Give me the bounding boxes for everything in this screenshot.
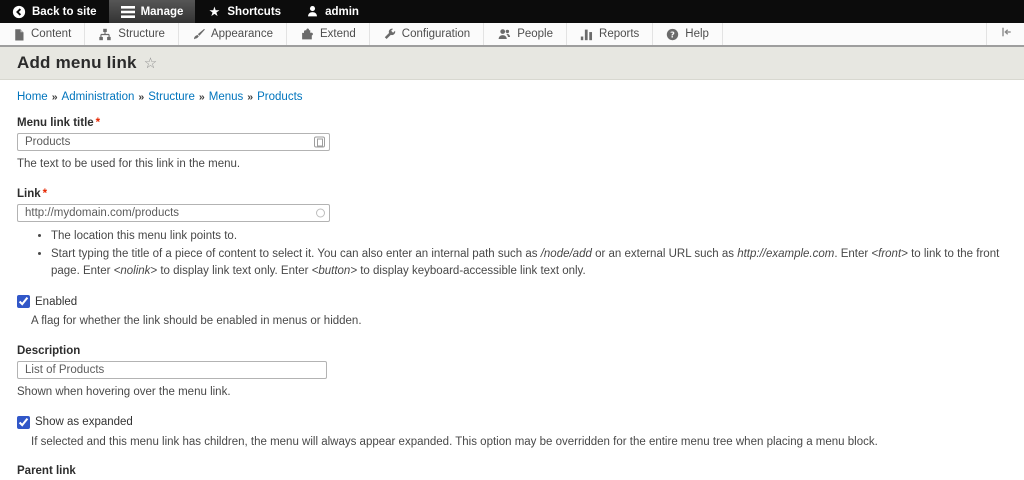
input-addon-icon bbox=[314, 137, 325, 148]
required-marker: * bbox=[43, 188, 47, 200]
back-to-site-label: Back to site bbox=[32, 6, 97, 18]
admin-username: admin bbox=[325, 6, 359, 18]
hamburger-icon bbox=[121, 5, 135, 19]
user-icon bbox=[305, 5, 319, 19]
vertical-orientation-icon bbox=[999, 25, 1013, 43]
link-help-bullet-2: Start typing the title of a piece of con… bbox=[51, 246, 1007, 281]
breadcrumb-separator: » bbox=[247, 91, 253, 103]
menubar-item-label: People bbox=[517, 28, 553, 40]
admin-user-menu[interactable]: admin bbox=[293, 0, 371, 23]
admin-toolbar: Back to site Manage ★ Shortcuts admin bbox=[0, 0, 1024, 23]
menubar-item-label: Help bbox=[685, 28, 709, 40]
paintbrush-icon bbox=[192, 28, 205, 41]
menu-link-title-label: Menu link title* bbox=[17, 117, 1007, 129]
breadcrumb-link-administration[interactable]: Administration bbox=[62, 91, 135, 103]
breadcrumb-link-home[interactable]: Home bbox=[17, 91, 48, 103]
people-icon bbox=[497, 28, 511, 41]
description-label: Description bbox=[17, 345, 1007, 357]
admin-menubar: Content Structure Appearance Extend bbox=[0, 23, 1024, 47]
back-to-site-button[interactable]: Back to site bbox=[0, 0, 109, 23]
menubar-item-label: Structure bbox=[118, 28, 165, 40]
star-icon: ★ bbox=[207, 5, 221, 19]
description-help: Shown when hovering over the menu link. bbox=[17, 384, 1007, 401]
show-as-expanded-label: Show as expanded bbox=[35, 416, 133, 428]
menu-link-title-help: The text to be used for this link in the… bbox=[17, 156, 1007, 173]
form-item-parent-link: Parent link <Products> The maximum depth… bbox=[17, 465, 1007, 480]
required-marker: * bbox=[96, 117, 100, 129]
menubar-item-configuration[interactable]: Configuration bbox=[370, 23, 484, 45]
menubar-item-extend[interactable]: Extend bbox=[287, 23, 370, 45]
form-item-description: Description Shown when hovering over the… bbox=[17, 345, 1007, 401]
menubar-item-help[interactable]: ? Help bbox=[653, 23, 723, 45]
page-title: Add menu link bbox=[17, 53, 137, 73]
help-icon: ? bbox=[666, 28, 679, 41]
menubar-item-label: Reports bbox=[599, 28, 639, 40]
form-item-expanded: Show as expanded If selected and this me… bbox=[17, 416, 1007, 451]
menubar-item-structure[interactable]: Structure bbox=[85, 23, 179, 45]
document-icon bbox=[13, 28, 25, 41]
shortcut-star-icon[interactable]: ☆ bbox=[144, 54, 157, 72]
form-item-enabled: Enabled A flag for whether the link shou… bbox=[17, 295, 1007, 330]
drupal-admin-screen: Back to site Manage ★ Shortcuts admin bbox=[0, 0, 1024, 480]
toolbar-orientation-toggle[interactable] bbox=[986, 23, 1024, 45]
enabled-help: A flag for whether the link should be en… bbox=[31, 313, 1007, 330]
main-content: Home»Administration»Structure»Menus»Prod… bbox=[0, 81, 1024, 480]
parent-link-label: Parent link bbox=[17, 465, 1007, 477]
menubar-item-reports[interactable]: Reports bbox=[567, 23, 653, 45]
breadcrumb-link-products[interactable]: Products bbox=[257, 91, 302, 103]
shortcuts-label: Shortcuts bbox=[227, 6, 281, 18]
show-as-expanded-help: If selected and this menu link has child… bbox=[31, 434, 1007, 451]
enabled-label: Enabled bbox=[35, 296, 77, 308]
menubar-item-people[interactable]: People bbox=[484, 23, 567, 45]
page-title-bar: Add menu link ☆ bbox=[0, 47, 1024, 80]
puzzle-icon bbox=[300, 28, 314, 41]
show-as-expanded-checkbox[interactable] bbox=[17, 416, 30, 429]
menubar-item-label: Configuration bbox=[402, 28, 470, 40]
menu-link-title-input[interactable] bbox=[17, 133, 330, 151]
menubar-item-content[interactable]: Content bbox=[0, 23, 85, 45]
back-arrow-icon bbox=[12, 5, 26, 19]
bar-chart-icon bbox=[580, 28, 593, 41]
link-label: Link* bbox=[17, 188, 1007, 200]
manage-tab[interactable]: Manage bbox=[109, 0, 196, 23]
svg-text:?: ? bbox=[670, 29, 675, 39]
sitemap-icon bbox=[98, 28, 112, 41]
link-help-list: The location this menu link points to. S… bbox=[51, 228, 1007, 281]
menubar-item-label: Extend bbox=[320, 28, 356, 40]
admin-menubar-items: Content Structure Appearance Extend bbox=[0, 23, 986, 45]
form-item-link: Link* The location this menu link points… bbox=[17, 188, 1007, 281]
link-help-bullet-1: The location this menu link points to. bbox=[51, 228, 1007, 245]
manage-label: Manage bbox=[141, 6, 184, 18]
description-input[interactable] bbox=[17, 361, 327, 379]
breadcrumb-separator: » bbox=[199, 91, 205, 103]
autocomplete-indicator-icon bbox=[316, 208, 325, 217]
link-input[interactable] bbox=[17, 204, 330, 222]
breadcrumb-separator: » bbox=[138, 91, 144, 103]
wrench-icon bbox=[383, 28, 396, 41]
shortcuts-tab[interactable]: ★ Shortcuts bbox=[195, 0, 293, 23]
enabled-checkbox[interactable] bbox=[17, 295, 30, 308]
form-item-menu-link-title: Menu link title* The text to be used for… bbox=[17, 117, 1007, 173]
breadcrumb: Home»Administration»Structure»Menus»Prod… bbox=[17, 91, 1007, 103]
menubar-item-label: Content bbox=[31, 28, 71, 40]
menubar-item-label: Appearance bbox=[211, 28, 273, 40]
breadcrumb-link-menus[interactable]: Menus bbox=[209, 91, 244, 103]
breadcrumb-separator: » bbox=[52, 91, 58, 103]
menubar-item-appearance[interactable]: Appearance bbox=[179, 23, 287, 45]
breadcrumb-link-structure[interactable]: Structure bbox=[148, 91, 195, 103]
